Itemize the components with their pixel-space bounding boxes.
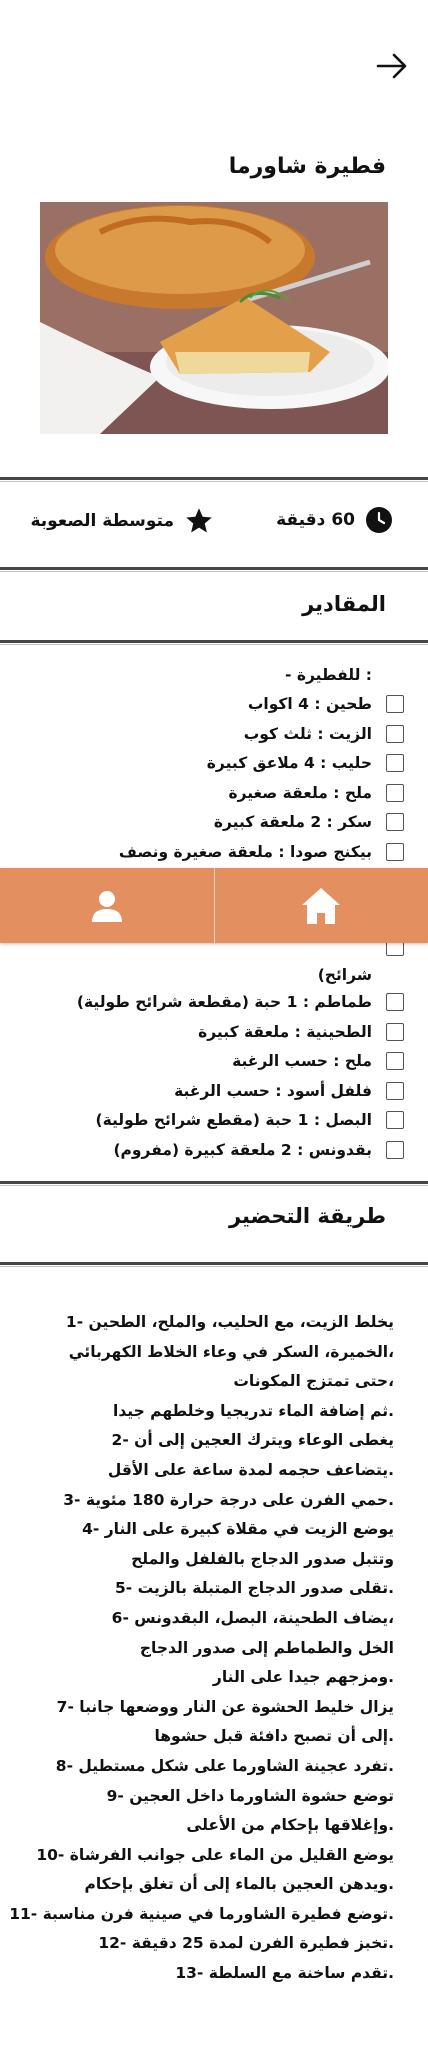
ingredient-checkbox[interactable]	[386, 724, 404, 743]
divider	[0, 1181, 428, 1186]
step-line: .تخبز فطيرة الفرن لمدة 25 دقيقة -12	[98, 1934, 394, 1953]
step-line: وتتبل صدور الدجاج بالفلفل والملح	[131, 1549, 394, 1568]
divider	[0, 477, 428, 482]
recipe-stats: 60 دقيقة متوسطة الصعوبة	[0, 502, 428, 544]
home-icon	[302, 887, 341, 924]
ingredients-list-continued: شرائح) طماطم : 1 حبة (مقطعة شرائح طولية)…	[24, 932, 404, 1165]
difficulty-value: متوسطة الصعوبة	[30, 511, 174, 531]
time-value: 60 دقيقة	[276, 510, 355, 530]
step-line: ،الخميرة، السكر في وعاء الخلاط الكهربائي	[68, 1342, 394, 1361]
ingredient-checkbox[interactable]	[386, 1022, 404, 1041]
ingredient-checkbox[interactable]	[386, 993, 404, 1012]
ingredient-checkbox[interactable]	[386, 813, 404, 832]
ingredients-list: : للفطيرة - طحين : 4 اكواب الزيت : ثلث ك…	[24, 660, 404, 867]
ingredient-row: بقدونس : 2 ملعقة كبيرة (مفروم)	[24, 1135, 404, 1165]
ingredient-checkbox[interactable]	[386, 1081, 404, 1100]
user-icon	[91, 890, 122, 922]
ingredients-title: المقادير	[302, 592, 386, 616]
ingredient-row: حليب : 4 ملاعق كبيرة	[24, 749, 404, 779]
bottom-nav	[0, 868, 428, 943]
ingredient-row: ملح : حسب الرغبة	[24, 1047, 404, 1077]
ingredient-checkbox[interactable]	[386, 842, 404, 861]
arrow-right-icon	[376, 53, 407, 79]
step-line: .حمي الفرن على درجة حرارة 180 مئوية -3	[63, 1490, 394, 1509]
ingredient-checkbox[interactable]	[386, 1140, 404, 1159]
home-button[interactable]	[215, 868, 428, 943]
step-line: يزال خليط الحشوة عن النار ووضعها جانبا -…	[56, 1697, 394, 1716]
divider	[0, 567, 428, 572]
ingredient-row: الطحينية : ملعقة كبيرة	[24, 1017, 404, 1047]
step-line: .تقلى صدور الدجاج المتبلة بالزيت -5	[114, 1579, 394, 1598]
ingredient-row: سكر : 2 ملعقة كبيرة	[24, 808, 404, 838]
ingredient-checkbox[interactable]	[386, 1111, 404, 1130]
step-line: يوضع القليل من الماء على جوانب الفرشاة -…	[36, 1845, 394, 1864]
divider	[0, 640, 428, 645]
difficulty-stat: متوسطة الصعوبة	[30, 506, 214, 536]
step-line: .ويدهن العجين بالماء إلى أن تغلق بإحكام	[84, 1875, 394, 1894]
preparation-title: طريقة التحضير	[228, 1204, 386, 1228]
step-line: .توضع فطيرة الشاورما في صينية فرن مناسبة…	[9, 1904, 394, 1923]
step-line: يوضع الزيت في مقلاة كبيرة على النار -4	[82, 1520, 394, 1539]
profile-button[interactable]	[0, 868, 214, 943]
step-line: .وإغلاقها بإحكام من الأعلى	[186, 1816, 394, 1835]
step-line: الخل والطماطم إلى صدور الدجاج	[139, 1638, 394, 1657]
ingredient-checkbox[interactable]	[386, 695, 404, 714]
step-line: .تفرد عجينة الشاورما على شكل مستطيل -8	[55, 1756, 394, 1775]
ingredient-row: بيكنج صودا : ملعقة صغيرة ونصف	[24, 837, 404, 867]
ingredient-row-wrap: شرائح)	[317, 965, 372, 984]
step-line: .تقدم ساخنة مع السلطة -13	[175, 1964, 394, 1983]
step-line: .ومزجهم جيدا على النار	[212, 1668, 394, 1687]
step-line: توضع حشوة الشاورما داخل العجين -9	[106, 1786, 394, 1805]
top-bar	[0, 40, 428, 90]
clock-icon	[366, 507, 392, 533]
ingredient-row: الزيت : ثلث كوب	[24, 719, 404, 749]
ingredient-row: ملح : ملعقة صغيرة	[24, 778, 404, 808]
step-line: يخلط الزيت، مع الحليب، والملح، الطحين -1	[65, 1313, 394, 1331]
divider	[0, 1262, 428, 1267]
ingredient-row: : للفطيرة -	[285, 665, 372, 684]
recipe-image	[40, 202, 388, 434]
step-line: يغطى الوعاء ويترك العجين إلى أن -2	[111, 1431, 394, 1450]
ingredient-checkbox[interactable]	[386, 1052, 404, 1071]
recipe-title: فطيرة شاورما	[228, 154, 386, 179]
time-stat: 60 دقيقة	[276, 506, 393, 534]
ingredient-row: فلفل أسود : حسب الرغبة	[24, 1076, 404, 1106]
ingredient-row: طحين : 4 اكواب	[24, 690, 404, 720]
step-line: ،حتى تمتزج المكونات	[233, 1372, 394, 1391]
ingredient-row: البصل : 1 حبة (مقطع شرائح طولية)	[24, 1106, 404, 1136]
preparation-steps: يخلط الزيت، مع الحليب، والملح، الطحين -1…	[9, 1308, 394, 1989]
step-line: .إلى أن تصبح دافئة قبل حشوها	[154, 1727, 394, 1746]
back-button[interactable]	[372, 46, 412, 86]
step-line: .يتضاعف حجمه لمدة ساعة على الأقل	[107, 1460, 394, 1479]
step-line: .ثم إضافة الماء تدريجيا وخلطهم جيدا	[113, 1401, 394, 1420]
step-line: ،يضاف الطحينة، البصل، البقدونس -6	[111, 1608, 394, 1627]
ingredient-row: طماطم : 1 حبة (مقطعة شرائح طولية)	[24, 988, 404, 1018]
star-icon	[186, 508, 212, 533]
ingredient-checkbox[interactable]	[386, 754, 404, 773]
ingredient-checkbox[interactable]	[386, 783, 404, 802]
